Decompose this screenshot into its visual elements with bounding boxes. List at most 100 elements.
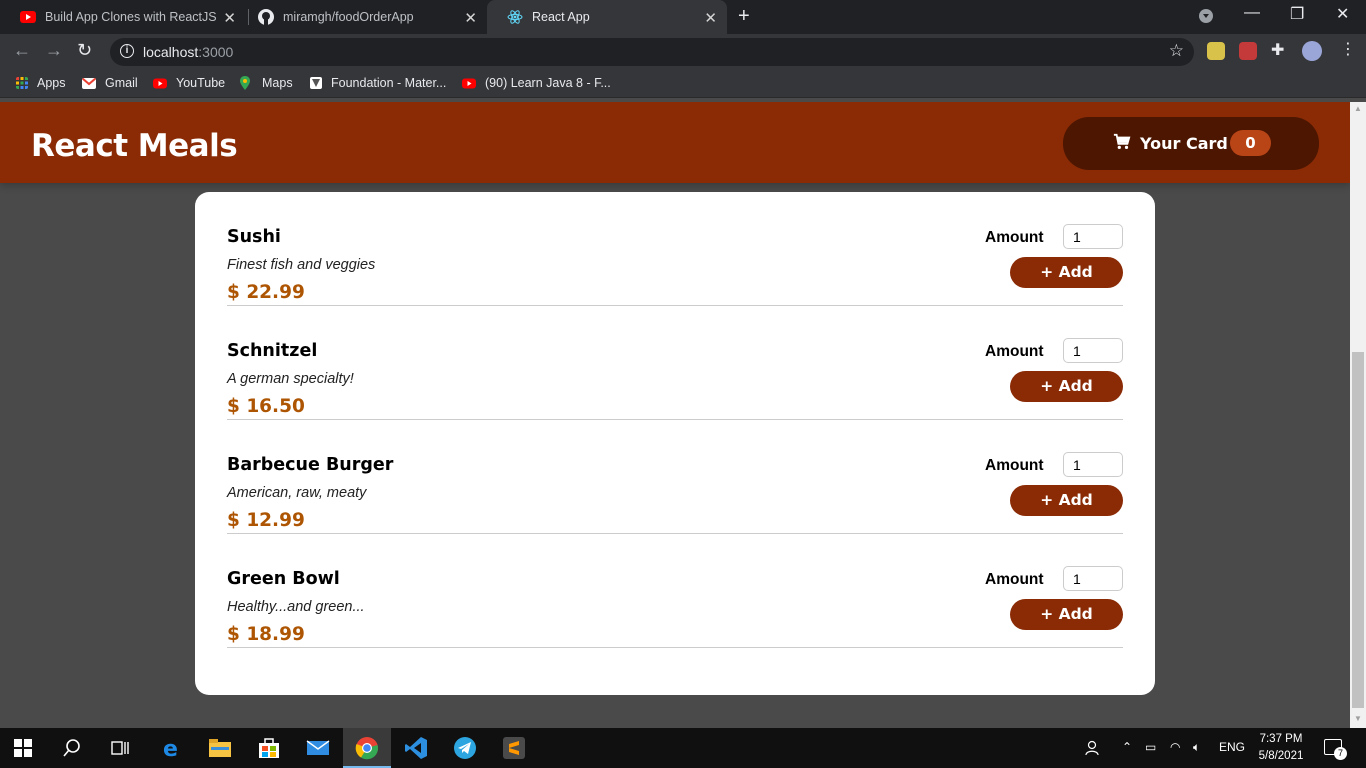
close-tab-icon[interactable]: ✕ xyxy=(223,9,236,27)
site-info-icon[interactable]: i xyxy=(120,44,134,58)
amount-input[interactable] xyxy=(1063,338,1123,363)
meals-list: Sushi Finest fish and veggies $ 22.99 Am… xyxy=(195,192,1155,695)
scrollbar-thumb[interactable] xyxy=(1352,352,1364,708)
clock-time: 7:37 PM xyxy=(1259,733,1303,745)
tab-search-icon[interactable] xyxy=(1198,8,1214,29)
chrome-icon[interactable] xyxy=(355,736,379,760)
clock[interactable]: 7:37 PM 5/8/2021 xyxy=(1252,731,1310,765)
menu-icon[interactable]: ⋮ xyxy=(1340,39,1358,58)
github-icon xyxy=(258,9,274,25)
edge-icon[interactable]: e xyxy=(160,736,184,760)
app-header: React Meals Your Card 0 xyxy=(0,102,1350,183)
close-tab-icon[interactable]: ✕ xyxy=(464,9,477,27)
close-tab-icon[interactable]: ✕ xyxy=(704,9,717,27)
amount-input[interactable] xyxy=(1063,452,1123,477)
scroll-down-icon[interactable]: ▼ xyxy=(1354,714,1362,723)
amount-label: Amount xyxy=(985,343,1044,360)
meal-description: A german specialty! xyxy=(227,371,354,387)
bookmark-youtube[interactable]: YouTube xyxy=(153,76,225,90)
meal-item: Barbecue Burger American, raw, meaty $ 1… xyxy=(227,420,1123,534)
meal-item: Green Bowl Healthy...and green... $ 18.9… xyxy=(227,534,1123,648)
gmail-icon xyxy=(82,77,96,89)
meal-price: $ 16.50 xyxy=(227,396,305,417)
tab-title: Build App Clones with ReactJS - Y xyxy=(45,10,220,24)
extension-icon[interactable] xyxy=(1239,42,1257,60)
youtube-icon xyxy=(153,78,167,88)
scroll-up-icon[interactable]: ▲ xyxy=(1354,104,1362,113)
tab-github[interactable]: miramgh/foodOrderApp ✕ xyxy=(238,0,487,34)
address-bar[interactable]: i localhost:3000 ☆ xyxy=(110,38,1194,66)
close-window-icon[interactable]: ✕ xyxy=(1336,4,1349,24)
back-icon[interactable]: ← xyxy=(13,40,31,61)
cart-button[interactable]: Your Card 0 xyxy=(1063,117,1319,170)
youtube-icon xyxy=(462,78,476,88)
add-button[interactable]: + Add xyxy=(1010,371,1123,402)
bookmark-gmail[interactable]: Gmail xyxy=(82,76,138,90)
cart-label: Your Card xyxy=(1140,134,1228,153)
meal-item: Sushi Finest fish and veggies $ 22.99 Am… xyxy=(227,192,1123,306)
meal-name: Sushi xyxy=(227,227,281,247)
new-tab-button[interactable]: + xyxy=(738,5,750,28)
meal-price: $ 22.99 xyxy=(227,282,305,303)
clock-date: 5/8/2021 xyxy=(1258,750,1304,762)
add-button[interactable]: + Add xyxy=(1010,257,1123,288)
task-view-icon[interactable] xyxy=(110,738,130,758)
telegram-icon[interactable] xyxy=(453,736,477,760)
meal-description: American, raw, meaty xyxy=(227,485,367,501)
maximize-icon[interactable]: ❐ xyxy=(1290,4,1304,24)
brand-title: React Meals xyxy=(31,128,238,164)
file-explorer-icon[interactable] xyxy=(208,736,232,760)
people-icon[interactable] xyxy=(1084,739,1102,757)
cart-icon xyxy=(1113,133,1131,150)
reload-icon[interactable]: ↻ xyxy=(77,40,92,61)
extension-icon[interactable] xyxy=(1207,42,1225,60)
battery-icon[interactable]: ▭ xyxy=(1145,740,1156,754)
svg-text:e: e xyxy=(163,737,178,760)
page-viewport: React Meals Your Card 0 Sushi Finest fis… xyxy=(0,102,1350,728)
avatar[interactable] xyxy=(1302,41,1322,61)
add-button[interactable]: + Add xyxy=(1010,599,1123,630)
amount-input[interactable] xyxy=(1063,224,1123,249)
amount-label: Amount xyxy=(985,571,1044,588)
bookmark-maps[interactable]: Maps xyxy=(240,76,293,90)
react-icon xyxy=(507,10,523,24)
vscode-icon[interactable] xyxy=(404,736,428,760)
search-icon[interactable] xyxy=(62,738,82,758)
tab-react-app[interactable]: React App ✕ xyxy=(487,0,727,34)
bookmarks-bar: Apps Gmail YouTube Maps Foundation - Mat… xyxy=(0,70,1366,98)
browser-toolbar: ← → ↻ i localhost:3000 ☆ ✚ ⋮ xyxy=(0,34,1366,70)
sublime-text-icon[interactable] xyxy=(502,736,526,760)
meal-item: Schnitzel A german specialty! $ 16.50 Am… xyxy=(227,306,1123,420)
bookmark-star-icon[interactable]: ☆ xyxy=(1169,41,1184,61)
forward-icon[interactable]: → xyxy=(45,40,63,61)
volume-icon[interactable]: 🔈︎ xyxy=(1193,740,1200,755)
meal-name: Barbecue Burger xyxy=(227,455,394,475)
language-indicator[interactable]: ENG xyxy=(1219,740,1245,754)
amount-input[interactable] xyxy=(1063,566,1123,591)
meal-description: Finest fish and veggies xyxy=(227,257,376,273)
add-button[interactable]: + Add xyxy=(1010,485,1123,516)
tab-strip: Build App Clones with ReactJS - Y ✕ mira… xyxy=(0,0,1366,34)
taskbar: e ⌃ ▭ ◠ 🔈︎ ENG 7:37 PM 5/8/2021 7 xyxy=(0,728,1366,768)
amount-label: Amount xyxy=(985,457,1044,474)
cart-count-badge: 0 xyxy=(1230,130,1271,156)
minimize-icon[interactable]: — xyxy=(1244,4,1260,22)
mail-icon[interactable] xyxy=(306,736,330,760)
meal-price: $ 12.99 xyxy=(227,510,305,531)
bookmark-learn-java[interactable]: (90) Learn Java 8 - F... xyxy=(462,76,611,90)
puzzle-icon[interactable]: ✚ xyxy=(1271,40,1289,59)
amount-label: Amount xyxy=(985,229,1044,246)
page-scrollbar[interactable]: ▲ ▼ xyxy=(1350,102,1366,728)
url-text[interactable]: localhost:3000 xyxy=(143,44,233,60)
wifi-icon[interactable]: ◠ xyxy=(1170,740,1180,754)
store-icon[interactable] xyxy=(257,736,281,760)
bookmark-apps[interactable]: Apps xyxy=(16,76,66,90)
apps-grid-icon xyxy=(16,77,28,89)
notification-center-icon[interactable]: 7 xyxy=(1324,739,1347,760)
tray-chevron-icon[interactable]: ⌃ xyxy=(1122,740,1132,754)
windows-start-icon[interactable] xyxy=(14,739,32,757)
foundation-icon xyxy=(310,77,322,89)
tab-youtube[interactable]: Build App Clones with ReactJS - Y ✕ xyxy=(0,0,246,34)
meal-name: Green Bowl xyxy=(227,569,340,589)
bookmark-foundation[interactable]: Foundation - Mater... xyxy=(310,76,446,90)
